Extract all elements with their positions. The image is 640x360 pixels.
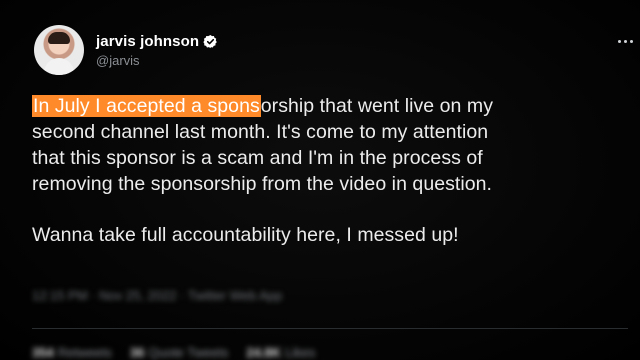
tweet-line-4: removing the sponsorship from the video … <box>32 173 493 195</box>
tweet-line-2: second channel last month. It's come to … <box>32 121 489 143</box>
likes-stat[interactable]: 24.8K Likes <box>246 345 315 360</box>
name-row: jarvis johnson <box>96 33 218 50</box>
tweet-header: jarvis johnson @jarvis <box>34 24 218 76</box>
avatar[interactable] <box>34 25 84 75</box>
likes-label: Likes <box>285 345 316 360</box>
tweet-line-1-rest: orship that went live on my <box>260 95 493 117</box>
divider <box>32 328 628 329</box>
likes-count: 24.8K <box>246 345 282 360</box>
retweets-label: Retweets <box>57 345 112 360</box>
retweets-stat[interactable]: 354 Retweets <box>32 345 112 360</box>
highlighted-text: In July I accepted a spons <box>32 95 261 117</box>
tweet-line-5: Wanna take full accountability here, I m… <box>32 224 459 246</box>
tweet-timestamp[interactable]: 12:15 PM · Nov 25, 2022 · Twitter Web Ap… <box>32 288 282 303</box>
author-info: jarvis johnson @jarvis <box>96 33 218 68</box>
quotes-stat[interactable]: 36 Quote Tweets <box>130 345 228 360</box>
tweet-line-3: that this sponsor is a scam and I'm in t… <box>32 147 483 169</box>
quotes-count: 36 <box>129 345 145 360</box>
display-name[interactable]: jarvis johnson <box>96 33 199 50</box>
retweets-count: 354 <box>32 345 54 360</box>
tweet-text: In July I accepted a sponsorship that we… <box>32 93 627 248</box>
verified-badge-icon <box>203 34 217 48</box>
quotes-label: Quote Tweets <box>148 345 229 360</box>
handle[interactable]: @jarvis <box>96 53 218 68</box>
tweet-line-1: In July I accepted a sponsorship that we… <box>32 93 627 119</box>
tweet-stats: 354 Retweets 36 Quote Tweets 24.8K Likes <box>32 345 315 360</box>
more-options-icon[interactable] <box>618 38 640 44</box>
